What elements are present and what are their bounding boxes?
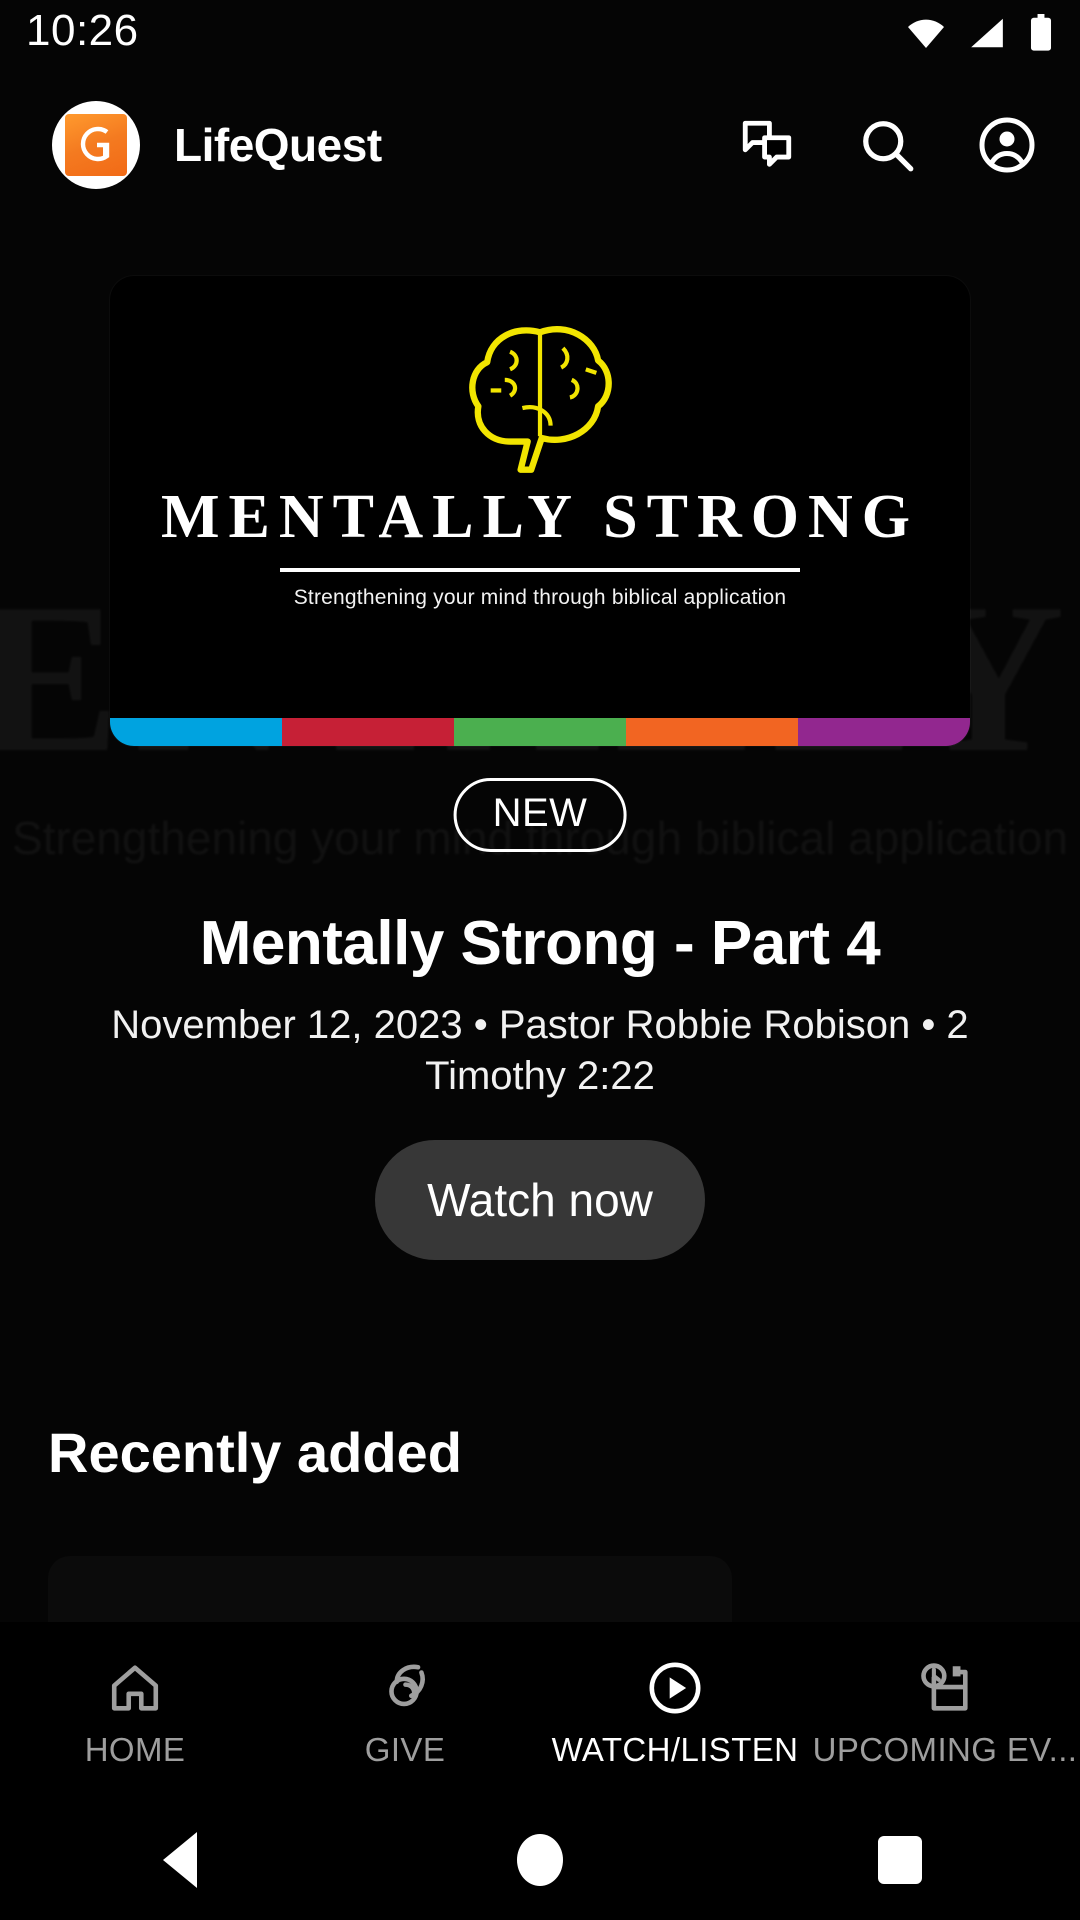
battery-icon: [1030, 14, 1052, 51]
status-icons: [906, 14, 1054, 52]
hero-section: MENTALLY STRONG Strengthening your mind …: [0, 200, 1080, 1380]
color-strip: [110, 718, 970, 746]
brain-icon: [451, 320, 629, 480]
app-screen: 10:26 LifeQuest Strengthening your mind …: [0, 0, 1080, 1920]
cell-signal-icon: [971, 18, 1003, 48]
upcoming-events-icon: [916, 1653, 974, 1717]
wifi-icon: [908, 19, 944, 48]
watch-now-button[interactable]: Watch now: [375, 1140, 705, 1260]
account-circle-icon[interactable]: [976, 114, 1038, 176]
hero-meta: November 12, 2023 • Pastor Robbie Robiso…: [111, 1003, 969, 1099]
lifequest-logo-icon: [52, 101, 140, 189]
volunteer-hand-icon: [376, 1653, 434, 1717]
color-strip-segment: [282, 718, 454, 746]
search-icon[interactable]: [856, 114, 918, 176]
app-bar: LifeQuest: [0, 90, 1080, 200]
status-time: 10:26: [26, 6, 139, 55]
brand[interactable]: LifeQuest: [52, 101, 382, 189]
recently-added-heading: Recently added: [48, 1421, 462, 1484]
play-circle-icon: [646, 1653, 704, 1717]
nav-label-watch-listen: WATCH/LISTEN: [551, 1731, 799, 1768]
new-badge-label: NEW: [492, 791, 588, 835]
artwork-divider: [280, 568, 800, 572]
home-button[interactable]: [360, 1834, 720, 1886]
watch-now-label: Watch now: [427, 1174, 653, 1226]
nav-item-give[interactable]: GIVE: [270, 1653, 540, 1769]
chat-icon[interactable]: [736, 114, 798, 176]
nav-label-give: GIVE: [364, 1731, 446, 1768]
nav-label-home: HOME: [84, 1731, 186, 1768]
system-navigation-bar: [0, 1800, 1080, 1920]
recents-button[interactable]: [720, 1836, 1080, 1884]
hero-artwork-card[interactable]: MENTALLY STRONG Strengthening your mind …: [110, 276, 970, 746]
color-strip-segment: [110, 718, 282, 746]
nav-item-watch-listen[interactable]: WATCH/LISTEN: [540, 1653, 810, 1769]
color-strip-segment: [626, 718, 798, 746]
status-bar: 10:26: [0, 0, 1080, 72]
square-recents-icon: [878, 1836, 922, 1884]
color-strip-segment: [798, 718, 970, 746]
series-tagline: Strengthening your mind through biblical…: [293, 586, 787, 609]
color-strip-segment: [454, 718, 626, 746]
nav-item-upcoming-events[interactable]: UPCOMING EV...: [810, 1653, 1080, 1769]
nav-label-upcoming-events: UPCOMING EV...: [812, 1731, 1078, 1768]
new-badge: NEW: [453, 778, 627, 852]
hero-title: Mentally Strong - Part 4: [199, 909, 881, 978]
back-button[interactable]: [0, 1832, 360, 1888]
brand-name: LifeQuest: [174, 119, 382, 171]
home-icon: [106, 1653, 164, 1717]
nav-item-home[interactable]: HOME: [0, 1653, 270, 1769]
series-artwork: MENTALLY STRONG Strengthening your mind …: [110, 276, 970, 746]
circle-home-icon: [517, 1834, 563, 1886]
bottom-navigation: HOME GIVE WATCH/LISTEN UPCOMING EV...: [0, 1622, 1080, 1800]
app-bar-actions: [736, 114, 1038, 176]
triangle-back-icon: [163, 1832, 197, 1888]
series-title: MENTALLY STRONG: [161, 483, 919, 551]
